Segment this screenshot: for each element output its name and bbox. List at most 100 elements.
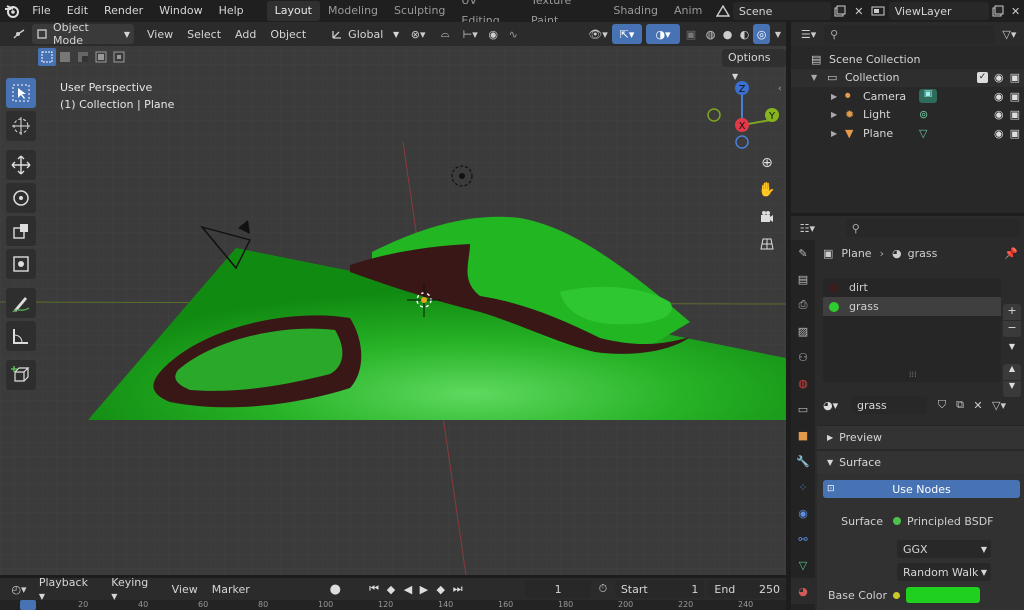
pin-icon[interactable]: 📌 [1004,247,1018,260]
delete-scene-icon[interactable]: ✕ [849,2,868,20]
proportional-editing-icon[interactable]: ◉ [483,24,503,44]
new-scene-icon[interactable] [831,2,850,20]
expand-right-icon[interactable]: ▶ [831,92,845,101]
base-color-swatch[interactable] [906,587,980,603]
falloff-icon[interactable]: ∿ [503,24,523,44]
tab-constraints[interactable]: ⚯ [791,526,815,552]
pivot-point-icon[interactable]: ⊗▾ [403,24,433,44]
tab-physics[interactable]: ◉ [791,500,815,526]
subsurface-method-dropdown[interactable]: Random Walk ▼ [897,563,991,581]
select-invert-icon[interactable] [92,48,110,66]
eye-icon[interactable]: ◉ [994,71,1004,84]
material-shading-icon[interactable]: ◐ [736,24,753,44]
tool-transform[interactable] [6,249,36,279]
viewport-collapse-arrow[interactable]: ‹ [778,84,782,94]
select-new-icon[interactable] [38,48,56,66]
overlays-icon[interactable]: ◑▾ [646,24,680,44]
tab-view-layer[interactable]: ▨ [791,318,815,344]
previous-keyframe-icon[interactable]: ◆ [382,583,400,596]
use-nodes-button[interactable]: ⊡ Use Nodes [823,480,1020,498]
pan-button[interactable]: ✋ [755,178,779,202]
solid-shading-icon[interactable]: ● [719,24,736,44]
playhead-marker[interactable] [20,600,36,610]
properties-search-input[interactable]: ⚲ [845,219,1020,237]
camera-view-button[interactable] [755,205,779,229]
preview-panel-header[interactable]: ▶ Preview [817,425,1024,449]
new-view-layer-icon[interactable] [989,2,1008,20]
select-subtract-icon[interactable] [74,48,92,66]
expand-right-icon[interactable]: ▶ [831,110,845,119]
outliner-collection[interactable]: ▼ ▭ Collection ✓ ◉ ▣ [791,68,1024,87]
shading-options-icon[interactable]: ▼ [770,24,786,44]
outliner-item-light[interactable]: ▶ ✹ Light ⊚ ◉ ▣ [791,106,1024,125]
view-layer-icon[interactable] [868,2,889,20]
select-extend-icon[interactable] [56,48,74,66]
select-intersect-icon[interactable] [110,48,128,66]
tab-data[interactable]: ▽ [791,552,815,578]
tool-scale[interactable] [6,216,36,246]
menu-marker[interactable]: Marker [205,583,257,596]
menu-keying[interactable]: Keying ▼ [104,576,164,602]
tab-particles[interactable]: ⁘ [791,474,815,500]
view-layer-selector[interactable]: ViewLayer [888,2,989,20]
render-camera-icon[interactable]: ▣ [1010,71,1020,84]
add-slot-button[interactable]: + [1003,304,1021,320]
tab-render[interactable]: ▤ [791,266,815,292]
delete-view-layer-icon[interactable]: ✕ [1007,2,1024,20]
tab-modeling[interactable]: Modeling [320,1,386,21]
jump-start-icon[interactable]: ⏮ [366,582,382,596]
blender-logo-icon[interactable] [0,0,24,22]
snap-target-icon[interactable]: ⊢▾ [457,24,483,44]
tab-object[interactable]: ■ [791,422,815,448]
include-checkbox[interactable]: ✓ [976,72,988,84]
eye-icon[interactable]: ◉ [994,127,1004,140]
eye-icon[interactable]: ◉ [994,108,1004,121]
tool-annotate[interactable] [6,288,36,318]
stopwatch-icon[interactable]: ⏱ [591,582,615,596]
tool-add-cube[interactable] [6,360,36,390]
next-keyframe-icon[interactable]: ◆ [432,583,450,596]
tab-modifiers[interactable]: 🔧 [791,448,815,474]
zoom-button[interactable]: ⊕ [755,151,779,175]
record-keyframe-icon[interactable]: ● [324,580,346,598]
color-socket-dot-icon[interactable] [893,591,900,599]
mesh-data-icon[interactable]: ▽ [919,127,937,140]
snap-icon[interactable]: ⌓ [433,24,457,44]
filter-icon[interactable]: ▽▾ [999,28,1020,41]
visibility-icon[interactable]: 👁▾ [584,24,612,44]
menu-window[interactable]: Window [151,0,210,22]
move-slot-down-button[interactable]: ▼ [1003,381,1021,397]
timeline-ruler[interactable]: 20 40 60 80 100 120 140 160 180 200 220 … [0,600,786,610]
move-slot-up-button[interactable]: ▲ [1003,364,1021,380]
tab-shading[interactable]: Shading [605,1,666,21]
tab-sculpting[interactable]: Sculpting [386,1,453,21]
3d-viewport[interactable]: Object Mode ▼ View Select Add Object Glo… [0,22,786,575]
fake-user-shield-icon[interactable]: ⛉ [933,398,951,412]
transform-orientation-dropdown[interactable]: Global ▼ [327,24,403,44]
render-camera-icon[interactable]: ▣ [1010,90,1020,103]
tool-rotate[interactable] [6,183,36,213]
camera-data-icon[interactable]: ▣ [919,89,937,104]
menu-file[interactable]: File [24,0,58,22]
expand-down-icon[interactable]: ▼ [811,73,827,82]
material-name-field[interactable]: grass [851,396,927,414]
expand-right-icon[interactable]: ▶ [831,129,845,138]
tab-world[interactable]: ◍ [791,370,815,396]
link-type-icon[interactable]: ▽▾ [987,399,1011,412]
distribution-dropdown[interactable]: GGX ▼ [897,540,991,558]
material-slot-dirt[interactable]: dirt [823,278,1001,297]
outliner-item-plane[interactable]: ▶ ▼ Plane ▽ ◉ ▣ [791,124,1024,143]
material-slot-grass[interactable]: grass [823,297,1001,316]
menu-timeline-view[interactable]: View [165,583,205,596]
start-frame-field[interactable]: Start 1 [614,580,705,598]
scene-selector[interactable]: Scene [732,2,831,20]
eye-icon[interactable]: ◉ [994,90,1004,103]
render-camera-icon[interactable]: ▣ [1010,127,1020,140]
scene-icon[interactable] [712,2,733,20]
surface-panel-header[interactable]: ▼ Surface [817,450,1024,474]
tab-output[interactable]: ⎙ [791,292,815,318]
outliner-scene-collection[interactable]: ▤ Scene Collection [791,50,1024,69]
list-resize-handle[interactable]: ⁞⁞⁞ [909,370,917,379]
play-icon[interactable]: ▶ [416,583,432,596]
outliner-search-input[interactable]: ⚲ [824,25,995,43]
